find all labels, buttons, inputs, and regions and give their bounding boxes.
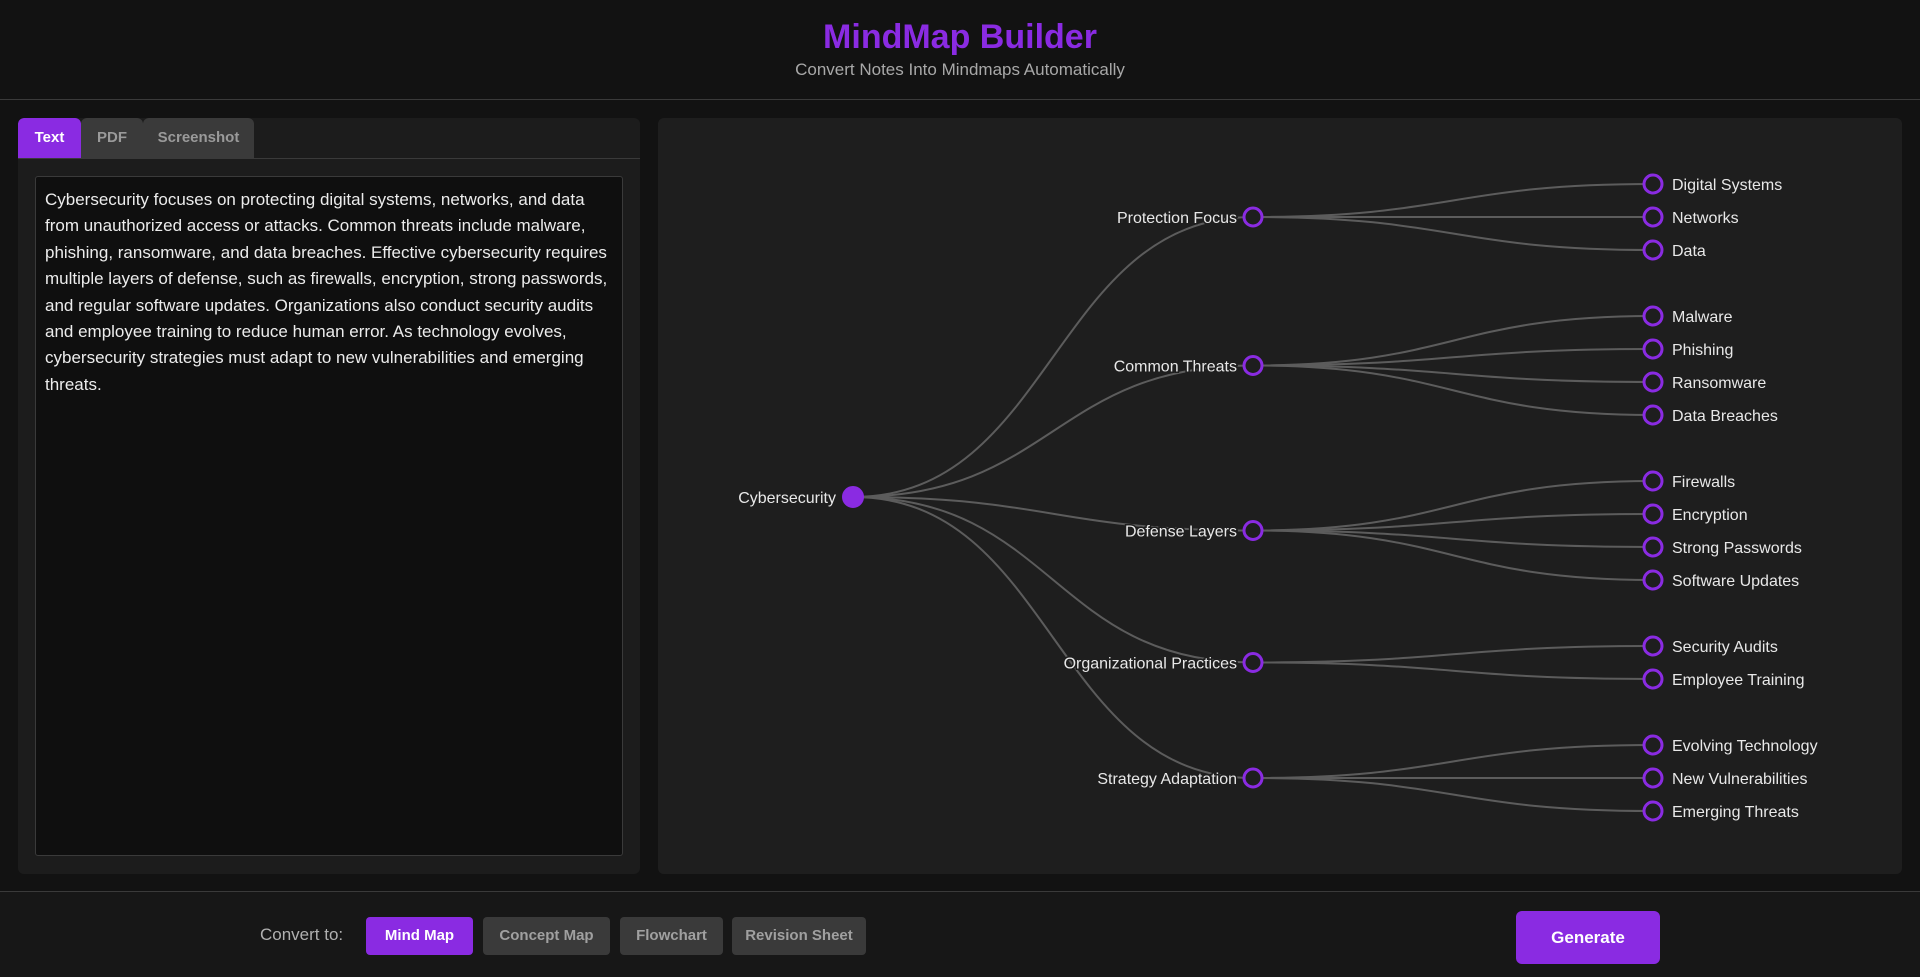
link-branch-leaf <box>1252 777 1654 812</box>
app-subtitle: Convert Notes Into Mindmaps Automaticall… <box>795 60 1125 79</box>
branch-node[interactable] <box>1242 767 1264 789</box>
format-mind-map-button[interactable]: Mind Map <box>366 917 473 955</box>
link-branch-leaf <box>1252 183 1654 218</box>
leaf-node[interactable] <box>1642 800 1664 822</box>
link-branch-leaf <box>1252 661 1654 680</box>
leaf-node-label: New Vulnerabilities <box>1672 771 1807 788</box>
leaf-node[interactable] <box>1642 635 1664 657</box>
leaf-node[interactable] <box>1642 305 1664 327</box>
leaf-node-label: Software Updates <box>1672 573 1799 590</box>
leaf-node[interactable] <box>1642 173 1664 195</box>
mindmap-canvas: Digital Systems Networks Data Protection Fo… <box>658 118 1902 874</box>
leaf-node-label: Data <box>1672 243 1706 260</box>
branch-node[interactable] <box>1242 206 1264 228</box>
convert-label: Convert to: <box>260 925 344 944</box>
leaf-node[interactable] <box>1642 404 1664 426</box>
tab-text[interactable]: Text <box>18 118 81 158</box>
leaf-node-label: Encryption <box>1672 507 1748 524</box>
branch-node-label: Common Threats <box>1114 359 1237 376</box>
branch-node[interactable] <box>1242 652 1264 673</box>
link-branch-leaf <box>1252 744 1654 779</box>
leaf-node-label: Digital Systems <box>1672 177 1782 194</box>
app-title: MindMap Builder <box>823 18 1097 56</box>
link-root-branch <box>852 364 1254 498</box>
input-panel: Text PDF Screenshot Cybersecurity focuse… <box>18 118 640 874</box>
link-branch-leaf <box>1252 645 1654 664</box>
leaf-node[interactable] <box>1642 503 1664 525</box>
generate-button[interactable]: Generate <box>1516 911 1660 964</box>
branch-node-label: Strategy Adaptation <box>1097 771 1237 788</box>
branch-node-label: Defense Layers <box>1125 524 1237 541</box>
branch-node-label: Protection Focus <box>1117 210 1237 227</box>
link-branch-leaf <box>1252 216 1654 251</box>
leaf-node-label: Firewalls <box>1672 474 1735 491</box>
leaf-node-label: Security Audits <box>1672 639 1778 656</box>
link-root-branch <box>852 216 1254 498</box>
tab-pdf[interactable]: PDF <box>81 118 143 158</box>
leaf-node[interactable] <box>1642 239 1664 261</box>
leaf-node[interactable] <box>1642 470 1664 492</box>
format-revision-sheet-button[interactable]: Revision Sheet <box>732 917 866 955</box>
leaf-node[interactable] <box>1642 569 1664 591</box>
branch-node[interactable] <box>1242 355 1264 376</box>
leaf-node[interactable] <box>1642 206 1664 228</box>
footer-toolbar: Convert to: Mind Map Concept Map Flowcha… <box>0 891 1920 977</box>
leaf-node-label: Data Breaches <box>1672 408 1778 425</box>
mindmap-svg: Digital Systems Networks Data Protection Fo… <box>737 173 1819 823</box>
root-node-label: Cybersecurity <box>738 490 836 507</box>
mindmap-links <box>852 183 1654 812</box>
leaf-node[interactable] <box>1642 536 1664 558</box>
leaf-node[interactable] <box>1642 338 1664 360</box>
leaf-node-label: Malware <box>1672 309 1733 326</box>
branch-node-label: Organizational Practices <box>1064 656 1237 673</box>
leaf-node-label: Evolving Technology <box>1672 738 1818 755</box>
leaf-node[interactable] <box>1642 668 1664 690</box>
notes-textarea[interactable]: Cybersecurity focuses on protecting digi… <box>35 176 623 856</box>
root-node[interactable] <box>842 486 864 508</box>
app-header: MindMap Builder Convert Notes Into Mindm… <box>0 0 1920 100</box>
leaf-node[interactable] <box>1642 371 1664 393</box>
input-tabs: Text PDF Screenshot <box>18 118 640 159</box>
leaf-node[interactable] <box>1642 767 1664 789</box>
tab-screenshot[interactable]: Screenshot <box>143 118 254 158</box>
leaf-node-label: Employee Training <box>1672 672 1805 689</box>
leaf-node-label: Strong Passwords <box>1672 540 1802 557</box>
branch-node[interactable] <box>1242 520 1264 541</box>
leaf-node-label: Ransomware <box>1672 375 1766 392</box>
leaf-node[interactable] <box>1642 734 1664 756</box>
format-concept-map-button[interactable]: Concept Map <box>483 917 610 955</box>
leaf-node-label: Networks <box>1672 210 1739 227</box>
format-flowchart-button[interactable]: Flowchart <box>620 917 723 955</box>
leaf-node-label: Emerging Threats <box>1672 804 1799 821</box>
leaf-node-label: Phishing <box>1672 342 1733 359</box>
